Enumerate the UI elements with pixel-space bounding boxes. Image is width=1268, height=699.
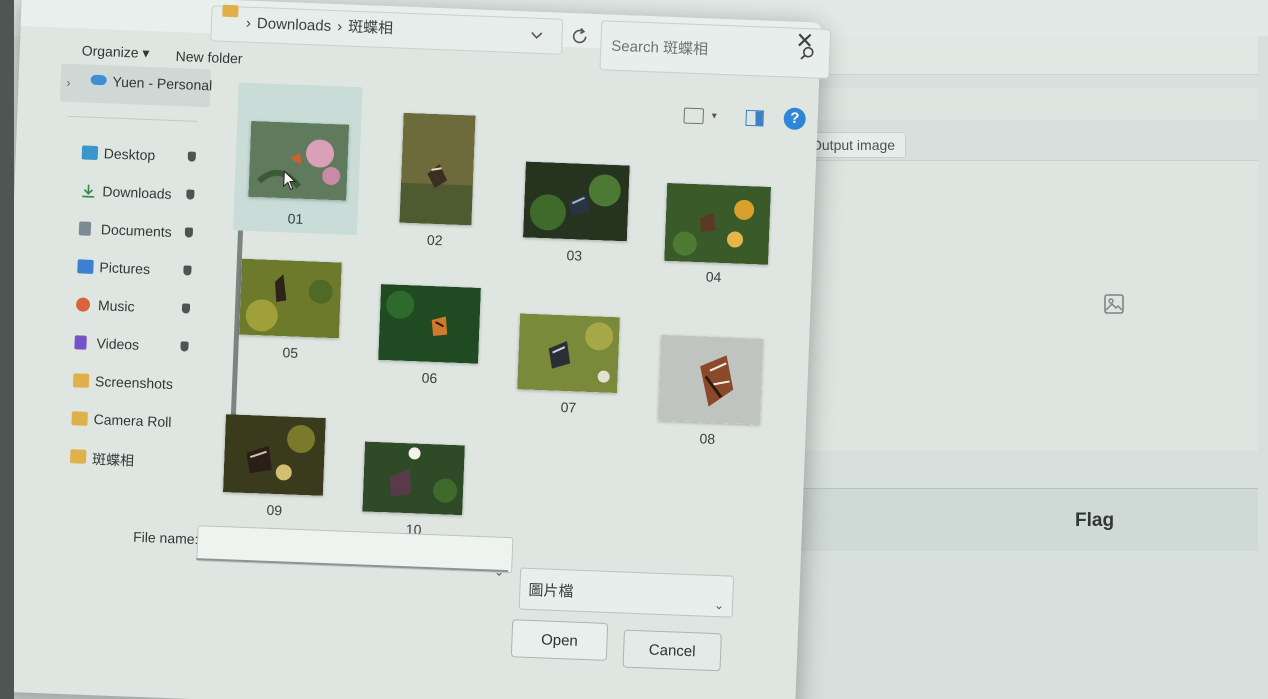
nav-label: Pictures: [99, 259, 151, 278]
file-view: ▾ ? 01 02 03 04 05 06 07 08 09 10: [208, 76, 807, 548]
chevron-right-icon[interactable]: ›: [66, 76, 71, 90]
file-tile[interactable]: 02: [373, 88, 503, 248]
file-name: 04: [705, 268, 722, 286]
file-tile[interactable]: 04: [653, 99, 783, 285]
thumbnail-image: [248, 120, 350, 201]
nav-label: 斑蝶相: [91, 451, 135, 469]
file-name-label: File name:: [132, 528, 199, 548]
file-name: 07: [560, 398, 577, 416]
nav-item-screenshots[interactable]: Screenshots: [67, 366, 198, 401]
pin-icon[interactable]: [183, 265, 192, 276]
refresh-icon[interactable]: [568, 25, 591, 48]
thumbnail-image: [239, 258, 342, 339]
new-folder-button[interactable]: New folder: [175, 48, 242, 67]
nav-label: Desktop: [103, 145, 156, 164]
nav-item-desktop[interactable]: Desktop: [75, 138, 206, 173]
pin-icon[interactable]: [187, 151, 196, 162]
file-name: 01: [287, 210, 304, 227]
folder-icon: [71, 411, 88, 426]
nav-item-videos[interactable]: Videos: [68, 328, 199, 363]
mouse-cursor-icon: [283, 170, 297, 191]
folder-icon: [69, 449, 87, 464]
image-placeholder-icon: [1104, 294, 1124, 314]
file-name: 02: [426, 231, 443, 249]
nav-label: Screenshots: [94, 373, 174, 393]
thumbnail-image: [664, 182, 772, 265]
file-name: 05: [282, 344, 299, 361]
pin-icon[interactable]: [181, 303, 191, 314]
nav-label: Downloads: [102, 183, 172, 202]
pin-icon[interactable]: [186, 189, 195, 200]
videos-icon: [74, 335, 87, 350]
documents-icon: [78, 221, 92, 236]
background-app-subbar: [780, 88, 1258, 120]
pin-icon[interactable]: [184, 227, 194, 238]
music-icon: [75, 297, 91, 312]
breadcrumb: › Downloads › 斑蝶相: [245, 14, 394, 38]
flag-bar[interactable]: [780, 488, 1258, 551]
desktop-icon: [81, 145, 99, 161]
pictures-icon: [77, 259, 94, 274]
thumbnail-image: [222, 414, 326, 496]
nav-item-pictures[interactable]: Pictures: [71, 252, 202, 287]
thumbnail-image: [522, 161, 630, 242]
background-app-toolbar: [780, 36, 1258, 75]
thumbnail-image: [399, 112, 476, 226]
file-type-value: 圖片檔: [528, 581, 574, 601]
file-name: 03: [566, 247, 583, 264]
chevron-down-icon: ⌄: [713, 598, 725, 613]
open-button[interactable]: Open: [510, 619, 609, 661]
file-name: 09: [266, 501, 283, 519]
nav-item-downloads[interactable]: Downloads: [74, 176, 205, 211]
breadcrumb-item-current[interactable]: 斑蝶相: [348, 19, 394, 38]
thumbnail-image: [517, 313, 620, 394]
search-input[interactable]: [608, 31, 794, 67]
nav-item-butterfly-folder[interactable]: 斑蝶相: [64, 442, 195, 477]
file-tile[interactable]: 05: [227, 242, 357, 395]
chevron-down-icon[interactable]: ⌄: [494, 565, 505, 579]
nav-divider: [67, 115, 198, 122]
nav-root-label: Yuen - Personal: [112, 73, 213, 94]
open-file-dialog: ›Downloads›斑蝶相 ✕ Organize ▾ New folder ›…: [0, 0, 832, 699]
folder-icon: [222, 4, 239, 18]
download-icon: [82, 184, 95, 198]
thumbnail-image: [658, 334, 764, 425]
organize-button[interactable]: Organize ▾: [81, 42, 149, 62]
breadcrumb-item-downloads[interactable]: Downloads: [257, 15, 332, 35]
thumbnail-image: [378, 283, 481, 364]
file-name: 06: [421, 369, 438, 387]
file-name: 08: [699, 430, 716, 447]
file-tile[interactable]: 03: [513, 93, 643, 264]
nav-item-camera-roll[interactable]: Camera Roll: [65, 404, 196, 439]
output-image-panel: [790, 160, 1258, 451]
close-button[interactable]: ✕: [788, 27, 821, 54]
chevron-down-icon[interactable]: [529, 29, 544, 44]
screen: Output image Flag ›Downloads›斑蝶相 ✕: [0, 0, 1268, 699]
help-icon[interactable]: ?: [783, 107, 807, 131]
file-type-select[interactable]: 圖片檔 ⌄: [518, 567, 735, 618]
nav-label: Videos: [96, 335, 140, 353]
nav-label: Documents: [100, 221, 173, 240]
pin-icon[interactable]: [180, 341, 189, 352]
cancel-button[interactable]: Cancel: [622, 629, 722, 672]
cloud-icon: [90, 74, 107, 86]
thumbnail-image: [362, 441, 465, 516]
navigation-pane: › Yuen - Personal Desktop Downloads Docu…: [42, 63, 244, 509]
file-tile[interactable]: 08: [644, 318, 774, 471]
file-tile[interactable]: 01: [233, 82, 363, 236]
nav-item-music[interactable]: Music: [69, 290, 200, 325]
nav-item-onedrive[interactable]: › Yuen - Personal: [59, 63, 213, 108]
flag-button[interactable]: Flag: [1075, 510, 1114, 532]
file-tile[interactable]: 06: [366, 268, 496, 421]
nav-label: Camera Roll: [93, 411, 172, 431]
laptop-bezel: [0, 0, 14, 699]
file-tile[interactable]: 07: [505, 297, 635, 450]
folder-icon: [72, 373, 90, 388]
nav-item-documents[interactable]: Documents: [72, 214, 203, 249]
nav-label: Music: [97, 297, 135, 315]
